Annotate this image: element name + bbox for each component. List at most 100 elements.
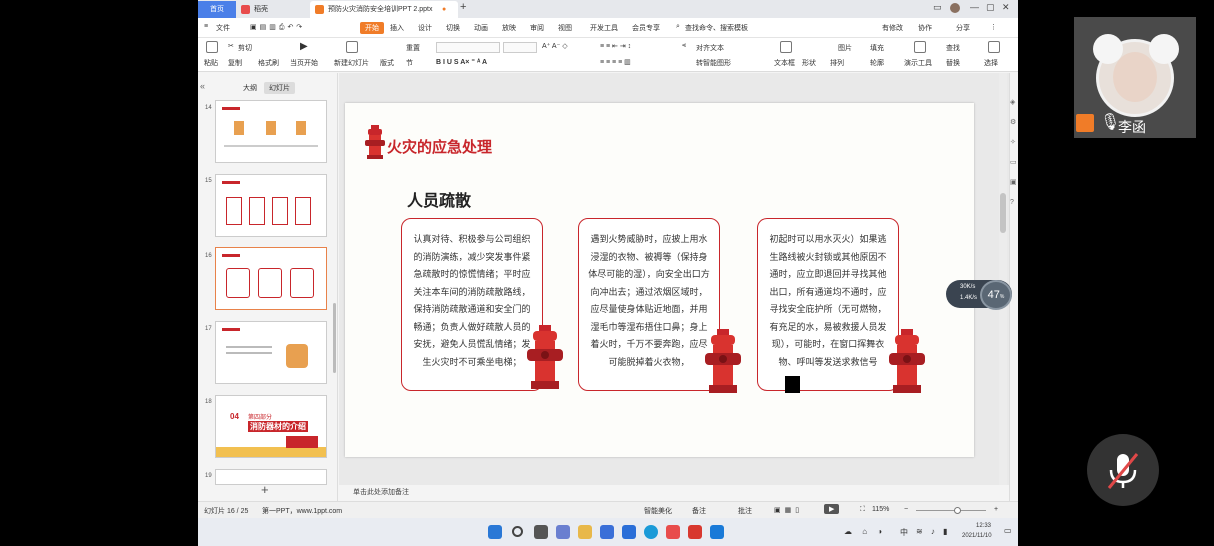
maximize-icon[interactable]: ▢ [986,2,995,13]
arrange-button[interactable]: 排列 [830,58,844,68]
collapse-panel-icon[interactable]: « [200,81,205,91]
minimize-icon[interactable]: — [970,2,979,12]
play-icon[interactable]: ▶ [300,41,308,52]
app-icon[interactable] [666,525,680,539]
tab-slides[interactable]: 幻灯片 [264,82,295,94]
menu-developer[interactable]: 开发工具 [590,23,618,33]
font-name-field[interactable] [436,42,500,53]
outline-button[interactable]: 轮廓 [870,58,884,68]
more-icon[interactable]: ⋮ [990,23,997,31]
menu-member[interactable]: 会员专享 [632,23,660,33]
align-icons[interactable]: ≡ ≡ ≡ ≡ ▥ [600,58,631,66]
smart-shape-button[interactable]: 转智能图形 [696,58,731,68]
canvas-scrollbar[interactable] [999,73,1007,485]
command-search[interactable]: 查找命令、搜索模板 [685,23,748,33]
menu-start[interactable]: 开始 [360,22,384,34]
menu-slideshow[interactable]: 放映 [502,23,516,33]
theme-name[interactable]: 第一PPT，www.1ppt.com [262,506,342,516]
play-slideshow-icon[interactable]: ▶ [824,504,840,514]
picture-button[interactable]: 图片 [838,43,852,53]
text-box-icon[interactable] [780,41,792,53]
slide-thumbnail-14[interactable] [215,100,327,163]
new-slide-button[interactable]: 新建幻灯片 [334,58,369,68]
reset-button[interactable]: 重置 [406,43,420,53]
slide-thumbnail-17[interactable] [215,321,327,384]
view-mode-icons[interactable]: ▣▦▯ [774,506,803,514]
section-button[interactable]: 节 [406,58,413,68]
task-view-icon[interactable] [534,525,548,539]
mail-icon[interactable] [622,525,636,539]
zoom-in-icon[interactable]: + [994,506,998,513]
menu-hamburger-icon[interactable]: ≡ [204,23,208,30]
zoom-slider-thumb[interactable] [954,507,961,514]
menu-transition[interactable]: 切换 [446,23,460,33]
slide-thumbnail-19[interactable] [215,469,327,485]
font-size-adjust-icons[interactable]: A⁺ A⁻ ◇ [542,42,568,50]
wps-icon[interactable] [688,525,702,539]
search-icon[interactable] [512,526,523,537]
tab-outline[interactable]: 大纲 [238,82,262,94]
panel-scrollbar[interactable] [333,303,336,373]
avatar[interactable] [950,3,960,13]
ime-indicator[interactable]: 中 [900,527,908,538]
network-volume-icons[interactable]: ≋ ♪ ▮ [916,527,951,536]
share-button[interactable]: 分享 [956,23,970,33]
mute-microphone-button[interactable] [1087,434,1159,506]
layout-button[interactable]: 版式 [380,58,394,68]
tray-icons[interactable]: ☁ ⌂ ◑ [844,527,886,536]
memory-percent[interactable]: 47% [980,280,1012,310]
copy-button[interactable]: 复制 [228,58,242,68]
notes-bar[interactable]: 单击此处添加备注 [339,486,1009,500]
tab-document[interactable]: 预防火灾消防安全培训PPT 2.pptx ● [310,1,458,18]
select-icon[interactable] [988,41,1000,53]
window-icon[interactable]: ▭ [933,2,942,13]
format-painter-button[interactable]: 格式刷 [258,58,279,68]
edge-icon[interactable] [644,525,658,539]
unsaved-indicator[interactable]: 有修改 [882,23,903,33]
evacuation-card-1[interactable]: 认真对待、积极参与公司组织的消防演练，减少突发事件紧急疏散时的惊慌情绪；平时应关… [401,218,543,391]
video-tile[interactable]: 🎙 李函 [1074,17,1196,138]
search-icon[interactable]: ⌕ [676,23,680,31]
tab-docer[interactable]: 稻壳 [236,1,308,18]
font-style-icons[interactable]: B I U S A× ⁼ ᴬ A [436,58,487,66]
slide[interactable]: 火灾的应急处理 人员疏散 认真对待、积极参与公司组织的消防演练，减少突发事件紧急… [345,103,974,457]
shape-button[interactable]: 形状 [802,58,816,68]
menu-animation[interactable]: 动画 [474,23,488,33]
start-menu-icon[interactable] [488,525,502,539]
add-slide-button[interactable]: + [261,482,269,497]
select-button[interactable]: 选择 [984,58,998,68]
notification-icon[interactable]: ▭ [1004,526,1012,535]
menu-design[interactable]: 设计 [418,23,432,33]
evacuation-card-3[interactable]: 初起时可以用水灭火）如果逃生路线被火封锁或其他原因不通时，应立即退回并寻找其他出… [757,218,899,391]
menu-review[interactable]: 审阅 [530,23,544,33]
quick-access-icons[interactable]: ▣▤▥⎙↶↷ [250,23,305,32]
zoom-out-icon[interactable]: − [904,506,908,513]
store-icon[interactable] [600,525,614,539]
fill-button[interactable]: 填充 [870,43,884,53]
paste-button[interactable]: 粘贴 [204,58,218,68]
align-text-button[interactable]: 对齐文本 [696,43,724,53]
collab-button[interactable]: 协作 [918,23,932,33]
notes-button[interactable]: 备注 [692,506,706,516]
paragraph-icons[interactable]: ≡ ≡ ⇤ ⇥ ↕ [600,42,631,50]
new-slide-icon[interactable] [346,41,358,53]
cut-button[interactable]: 剪切 [238,43,252,53]
slide-thumbnail-16[interactable] [215,247,327,310]
menu-view[interactable]: 视图 [558,23,572,33]
smart-beautify-button[interactable]: 智能美化 [644,506,672,516]
presentation-tools-button[interactable]: 演示工具 [904,58,932,68]
clock-time[interactable]: 12:33 [976,523,991,529]
file-explorer-icon[interactable] [578,525,592,539]
comments-button[interactable]: 批注 [738,506,752,516]
evacuation-card-2[interactable]: 遇到火势威胁时，应披上用水浸湿的衣物、被褥等（保持身体尽可能的湿），向安全出口方… [578,218,720,391]
side-tool-icons[interactable]: ◈ ⚙ ✧ ▭ ▣? [1010,93,1017,213]
font-size-field[interactable] [503,42,537,53]
text-direction-icon[interactable]: ⫷ [682,42,686,50]
cut-icon[interactable]: ✂ [228,42,234,50]
slide-thumbnail-18[interactable]: 04 第四部分 消防器材的介绍 [215,395,327,458]
zoom-level[interactable]: 115% [872,506,889,513]
menu-insert[interactable]: 插入 [390,23,404,33]
replace-button[interactable]: 替换 [946,58,960,68]
meeting-app-icon[interactable] [710,525,724,539]
from-current-button[interactable]: 当页开始 [290,58,318,68]
